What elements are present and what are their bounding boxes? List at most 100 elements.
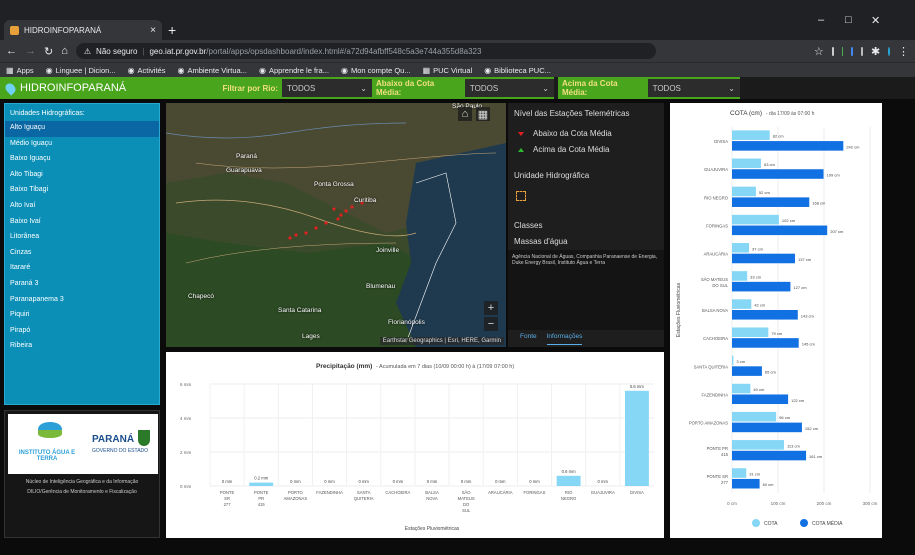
data-label: 0 mm bbox=[529, 479, 540, 484]
close-window-icon[interactable]: ✕ bbox=[871, 14, 880, 27]
close-tab-icon[interactable]: × bbox=[150, 25, 156, 36]
url-bar[interactable]: ⚠ Não seguro | geo.iat.pr.gov.br/portal/… bbox=[75, 43, 656, 59]
zoom-in-button[interactable]: + bbox=[484, 301, 498, 315]
sidebar-item[interactable]: Alto Iguaçu bbox=[5, 121, 159, 137]
sidebar-item[interactable]: Cinzas bbox=[5, 246, 159, 262]
data-label: 31 cm bbox=[749, 472, 761, 477]
sidebar-item[interactable]: Baixo Tibagi bbox=[5, 183, 159, 199]
bookmark-apps[interactable]: ▦ Apps bbox=[6, 66, 34, 75]
filter-acima-select[interactable]: TODOS ⌄ bbox=[647, 79, 740, 97]
filter-acima-label: Acima da Cota Média: bbox=[562, 79, 618, 97]
maximize-icon[interactable]: □ bbox=[845, 14, 852, 26]
new-tab-icon[interactable]: + bbox=[168, 22, 176, 38]
menu-icon[interactable]: ⋮ bbox=[898, 45, 909, 58]
sidebar-item[interactable]: Itararé bbox=[5, 261, 159, 277]
bar bbox=[249, 482, 274, 486]
sidebar-title: Unidades Hidrográficas: bbox=[10, 110, 85, 117]
sidebar-item[interactable]: Litorânea bbox=[5, 230, 159, 246]
map-label: Santa Catarina bbox=[278, 307, 322, 314]
star-icon[interactable]: ☆ bbox=[814, 45, 824, 58]
bookmark-item[interactable]: ◉ Ambiente Virtua... bbox=[177, 66, 246, 75]
browser-tab[interactable]: HIDROINFOPARANÁ × bbox=[4, 20, 162, 40]
puzzle-icon[interactable]: ✱ bbox=[871, 45, 880, 58]
home-icon[interactable]: ⌂ bbox=[458, 107, 472, 121]
sidebar-item[interactable]: Baixo Ivaí bbox=[5, 215, 159, 231]
filter-rio-select[interactable]: TODOS ⌄ bbox=[282, 79, 372, 97]
data-label: 0 mm bbox=[393, 479, 404, 484]
sidebar-item[interactable]: Alto Ivaí bbox=[5, 199, 159, 215]
extension-icon[interactable] bbox=[851, 46, 854, 56]
bookmark-item[interactable]: ◉ Apprendre le fra... bbox=[259, 66, 329, 75]
bookmark-item[interactable]: ◉ Activités bbox=[128, 66, 166, 75]
data-label: 0 mm bbox=[598, 479, 609, 484]
forward-icon[interactable]: → bbox=[25, 45, 36, 57]
sidebar-item[interactable]: Médio Iguaçu bbox=[5, 137, 159, 153]
sidebar-item[interactable]: Baixo Iguaçu bbox=[5, 152, 159, 168]
x-tick-label: PONTE bbox=[220, 490, 235, 495]
zoom-out-button[interactable]: − bbox=[484, 317, 498, 331]
sidebar-item[interactable]: Paranapanema 3 bbox=[5, 293, 159, 309]
data-label: 0.6 mm bbox=[562, 469, 576, 474]
bar-cota-media bbox=[732, 310, 798, 320]
y-axis-label: Estações Fluviométricas bbox=[676, 282, 682, 337]
x-tick-label: GUAJUVIRA bbox=[591, 490, 615, 495]
x-tick-label: 300 cm bbox=[863, 501, 878, 506]
y-tick-label: 4 mm bbox=[180, 416, 192, 421]
profile-avatar[interactable] bbox=[888, 46, 891, 56]
legend-item-acima: Acima da Cota Média bbox=[518, 145, 609, 154]
y-tick-label: PORTO AMAZONAS bbox=[689, 421, 728, 426]
logo-caption: Núcleo de Inteligência Geográfica e da I… bbox=[25, 479, 139, 485]
y-tick-label: 6 mm bbox=[180, 382, 192, 387]
x-tick-label: PORTO bbox=[288, 490, 303, 495]
data-label: 0.2 mm bbox=[254, 476, 268, 481]
logo-panel: INSTITUTO ÁGUA E TERRA PARANÁ GOVERNO DO… bbox=[4, 410, 160, 538]
minimize-icon[interactable]: – bbox=[818, 14, 824, 26]
bar-cota-media bbox=[732, 394, 789, 405]
sidebar-item[interactable]: Ribeira bbox=[5, 339, 159, 355]
bookmark-item[interactable]: ▦ PUC Virtual bbox=[423, 66, 473, 75]
y-tick-label: ARAUCÁRIA bbox=[704, 252, 729, 257]
extension-icon[interactable] bbox=[861, 46, 863, 56]
bar-cota bbox=[732, 271, 748, 281]
map-label: Guarapuava bbox=[226, 167, 262, 174]
sidebar-item[interactable]: Paraná 3 bbox=[5, 277, 159, 293]
bar-cota bbox=[732, 186, 756, 197]
sidebar-item[interactable]: Pirapó bbox=[5, 324, 159, 340]
triangle-up-icon bbox=[518, 147, 524, 152]
legend-title: Nível das Estações Telemétricas bbox=[514, 109, 630, 118]
map-label: Blumenau bbox=[366, 283, 396, 290]
x-axis-label: Estações Pluviométricas bbox=[405, 526, 460, 532]
y-tick-label: SÃO MATEUS bbox=[701, 277, 728, 282]
x-tick-label: SANTA bbox=[357, 490, 371, 495]
y-tick-label: FAZENDINHA bbox=[701, 392, 728, 397]
cota-chart: COTA (cm) - dia 17/09 às 07:00 h 0 cm 100 c… bbox=[670, 103, 882, 538]
back-icon[interactable]: ← bbox=[6, 45, 17, 57]
map-view[interactable]: São Paulo Paraná Ponta Grossa Curitiba G… bbox=[166, 103, 506, 347]
tab-informacoes[interactable]: Informações bbox=[546, 333, 583, 345]
legend-item-abaixo: Abaixo da Cota Média bbox=[518, 129, 612, 138]
sidebar-item[interactable]: Alto Tibagi bbox=[5, 168, 159, 184]
filter-abaixo-select[interactable]: TODOS ⌄ bbox=[464, 79, 554, 97]
data-label: 63 cm bbox=[764, 162, 776, 167]
x-tick-label: DIVISA bbox=[630, 490, 644, 495]
bookmark-item[interactable]: ◉ Biblioteca PUC... bbox=[484, 66, 551, 75]
tab-fonte[interactable]: Fonte bbox=[520, 333, 537, 345]
reload-icon[interactable]: ↻ bbox=[44, 45, 53, 58]
extension-icon[interactable] bbox=[831, 46, 834, 56]
bookmark-item[interactable]: ◉ Linguee | Dicion... bbox=[46, 66, 116, 75]
data-label: 0 mm bbox=[427, 479, 438, 484]
home-icon[interactable]: ⌂ bbox=[61, 45, 68, 57]
sidebar-item[interactable]: Piquiri bbox=[5, 308, 159, 324]
filter-rio-label: Filtrar por Rio: bbox=[222, 83, 278, 93]
grid-icon: ▦ bbox=[422, 65, 431, 75]
data-label: 5.6 mm bbox=[630, 384, 644, 389]
bookmark-item[interactable]: ◉ Mon compte Qu... bbox=[341, 66, 411, 75]
url-host: geo.iat.pr.gov.br bbox=[149, 46, 207, 56]
data-label: 96 cm bbox=[779, 415, 791, 420]
bar-cota bbox=[732, 411, 777, 422]
chevron-down-icon: ⌄ bbox=[542, 83, 549, 93]
map-canvas[interactable] bbox=[166, 103, 506, 347]
x-tick-label: RIO bbox=[565, 490, 573, 495]
basemap-icon[interactable]: ▦ bbox=[476, 107, 490, 121]
extension-icon[interactable] bbox=[841, 46, 844, 56]
